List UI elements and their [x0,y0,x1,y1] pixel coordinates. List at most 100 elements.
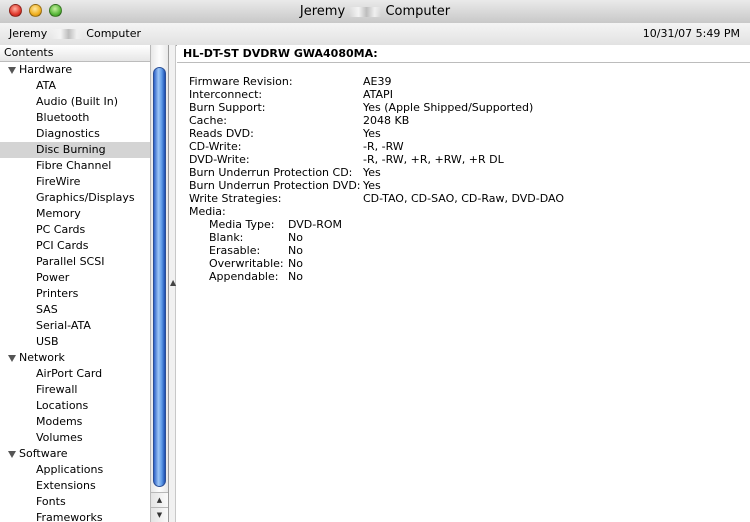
sidebar-item[interactable]: ATA [0,78,150,94]
window-title-computer: Computer [385,4,451,19]
contents-column-header[interactable]: Contents [0,45,150,62]
property-value: Yes [363,127,381,140]
sidebar-row-label: Extensions [36,479,96,492]
scroll-up-arrow-icon[interactable]: ▲ [151,492,168,507]
media-property-label: Blank: [209,231,244,244]
sidebar-row-label: Printers [36,287,79,300]
window-title-user: Jeremy [299,4,346,19]
sidebar-row-label: Memory [36,207,81,220]
pane-splitter[interactable]: ▲ [168,45,176,522]
disclosure-triangle-icon[interactable] [8,450,16,458]
sidebar-item[interactable]: FireWire [0,174,150,190]
redacted-smudge [349,6,382,17]
device-title: HL-DT-ST DVDRW GWA4080MA: [183,47,378,60]
window-titlebar: Jeremy Computer [0,0,750,24]
sidebar-row-label: Graphics/Displays [36,191,135,204]
sidebar-item[interactable]: SAS [0,302,150,318]
sidebar-item[interactable]: Printers [0,286,150,302]
sidebar-item[interactable]: PC Cards [0,222,150,238]
sidebar-item[interactable]: Disc Burning [0,142,150,158]
media-property-label: Overwritable: [209,257,284,270]
sidebar-item[interactable]: Fonts [0,494,150,510]
scrollbar-thumb[interactable] [153,67,166,487]
sidebar-row-label: Fonts [36,495,66,508]
sidebar-item[interactable]: Volumes [0,430,150,446]
sidebar-category[interactable]: Network [0,350,150,366]
media-property-value: No [288,231,303,244]
sidebar-row-label: Audio (Built In) [36,95,119,108]
sidebar-item[interactable]: Firewall [0,382,150,398]
sidebar-row-label: PCI Cards [36,239,89,252]
sidebar-item[interactable]: AirPort Card [0,366,150,382]
media-property-label: Media Type: [209,218,275,231]
property-label: Burn Underrun Protection DVD: [189,179,361,192]
sidebar-item[interactable]: PCI Cards [0,238,150,254]
sidebar-row-label: Firewall [36,383,78,396]
property-label: Write Strategies: [189,192,282,205]
sidebar-row-label: Power [36,271,70,284]
sidebar-item[interactable]: Memory [0,206,150,222]
sidebar-item[interactable]: Diagnostics [0,126,150,142]
property-label: CD-Write: [189,140,242,153]
property-label: DVD-Write: [189,153,250,166]
sidebar-item[interactable]: Extensions [0,478,150,494]
sidebar-item[interactable]: Frameworks [0,510,150,522]
property-value: CD-TAO, CD-SAO, CD-Raw, DVD-DAO [363,192,565,205]
sidebar-item[interactable]: Modems [0,414,150,430]
sidebar-row-label: PC Cards [36,223,86,236]
computer-name-user: Jeremy [9,27,48,40]
property-label: Cache: [189,114,227,127]
media-property-label: Erasable: [209,244,261,257]
sidebar-category[interactable]: Software [0,446,150,462]
scroll-down-arrow-icon[interactable]: ▼ [151,507,168,522]
sidebar-item[interactable]: Audio (Built In) [0,94,150,110]
sidebar-row-label: Frameworks [36,511,103,522]
window-title: Jeremy Computer [0,0,750,23]
disclosure-triangle-icon[interactable] [8,354,16,362]
computer-name: Jeremy Computer [9,27,141,40]
sidebar-row-label: Hardware [19,63,73,76]
property-value: AE39 [363,75,392,88]
contents-list: Hardware ATA Audio (Built In) Bluetooth Diag… [0,62,150,522]
media-property-value: No [288,270,303,283]
sidebar-item[interactable]: USB [0,334,150,350]
sidebar-item[interactable]: Bluetooth [0,110,150,126]
sidebar-item[interactable]: Locations [0,398,150,414]
media-property-label: Appendable: [209,270,279,283]
property-label: Burn Underrun Protection CD: [189,166,353,179]
property-label: Burn Support: [189,101,266,114]
sidebar-row-label: Parallel SCSI [36,255,105,268]
contents-sidebar: Contents Hardware ATA Audio (Built In) Blue… [0,45,150,522]
sidebar-row-label: FireWire [36,175,81,188]
sidebar-item[interactable]: Serial-ATA [0,318,150,334]
sidebar-row-label: Bluetooth [36,111,90,124]
property-label: Firmware Revision: [189,75,293,88]
sidebar-row-label: Diagnostics [36,127,100,140]
sidebar-row-label: Software [19,447,68,460]
detail-pane: HL-DT-ST DVDRW GWA4080MA: Firmware Revis… [177,45,750,522]
sidebar-item[interactable]: Power [0,270,150,286]
media-property-value: DVD-ROM [288,218,343,231]
sidebar-item[interactable]: Fibre Channel [0,158,150,174]
detail-divider [177,62,750,63]
sidebar-item[interactable]: Graphics/Displays [0,190,150,206]
sidebar-item[interactable]: Parallel SCSI [0,254,150,270]
redacted-smudge [50,29,83,39]
sidebar-row-label: Serial-ATA [36,319,91,332]
sidebar-row-label: Network [19,351,65,364]
sidebar-row-label: SAS [36,303,58,316]
property-value: 2048 KB [363,114,410,127]
computer-name-computer: Computer [86,27,141,40]
property-value: Yes [363,166,381,179]
sidebar-item[interactable]: Applications [0,462,150,478]
media-property-value: No [288,257,303,270]
media-property-value: No [288,244,303,257]
sidebar-row-label: USB [36,335,59,348]
sidebar-scrollbar[interactable]: ▲ ▼ [150,45,168,522]
property-value: -R, -RW, +R, +RW, +R DL [363,153,504,166]
sidebar-category[interactable]: Hardware [0,62,150,78]
property-value: Yes [363,179,381,192]
property-label: Interconnect: [189,88,263,101]
disclosure-triangle-icon[interactable] [8,66,16,74]
sidebar-row-label: Applications [36,463,104,476]
